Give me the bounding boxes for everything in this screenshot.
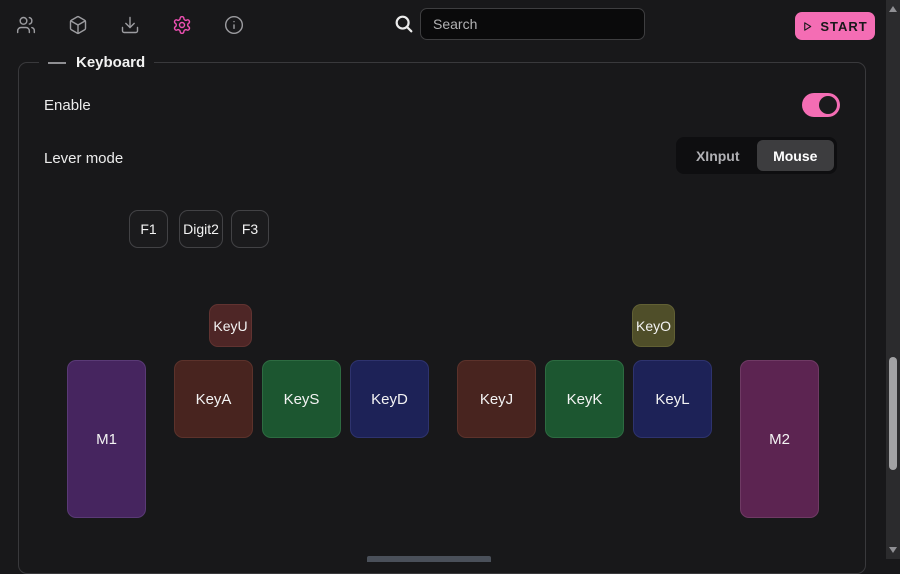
play-icon	[802, 21, 813, 32]
users-nav-button[interactable]	[16, 15, 36, 35]
key-button-f3[interactable]: F3	[231, 210, 269, 248]
key-button-digit2[interactable]: Digit2	[179, 210, 223, 248]
key-button-m1[interactable]: M1	[67, 360, 146, 518]
key-button-m2[interactable]: M2	[740, 360, 819, 518]
package-icon	[68, 15, 88, 35]
key-button-keyl[interactable]: KeyL	[633, 360, 712, 438]
lever-mode-switch: XInput Mouse	[676, 137, 837, 174]
section-dash-icon	[48, 62, 66, 64]
scrollbar-thumb[interactable]	[889, 357, 897, 470]
download-icon	[120, 15, 140, 35]
key-button-f1[interactable]: F1	[129, 210, 168, 248]
info-nav-button[interactable]	[224, 15, 244, 35]
settings-gear-icon	[172, 15, 192, 35]
key-button-keyk[interactable]: KeyK	[545, 360, 624, 438]
triangle-up-icon	[889, 6, 897, 12]
toggle-knob	[819, 96, 837, 114]
search-icon	[393, 13, 415, 35]
nav-icon-group	[16, 0, 244, 50]
enable-toggle[interactable]	[802, 93, 840, 117]
section-title: Keyboard	[76, 54, 145, 71]
start-button-label: START	[820, 19, 867, 34]
key-button-keyd[interactable]: KeyD	[350, 360, 429, 438]
users-icon	[16, 15, 36, 35]
package-nav-button[interactable]	[68, 15, 88, 35]
scroll-down-arrow[interactable]	[886, 543, 900, 557]
key-button-keyj[interactable]: KeyJ	[457, 360, 536, 438]
key-button-keya[interactable]: KeyA	[174, 360, 253, 438]
start-button[interactable]: START	[795, 12, 875, 40]
partially-visible-element[interactable]	[367, 556, 491, 562]
download-nav-button[interactable]	[120, 15, 140, 35]
key-button-keys[interactable]: KeyS	[262, 360, 341, 438]
search-input[interactable]	[420, 8, 645, 40]
keyboard-section-header: Keyboard	[39, 54, 154, 71]
enable-label: Enable	[44, 97, 91, 114]
triangle-down-icon	[889, 547, 897, 553]
key-button-keyu[interactable]: KeyU	[209, 304, 252, 347]
scroll-up-arrow[interactable]	[886, 2, 900, 16]
settings-nav-button[interactable]	[172, 15, 192, 35]
lever-mode-option-xinput[interactable]: XInput	[679, 140, 757, 171]
key-button-keyo[interactable]: KeyO	[632, 304, 675, 347]
lever-mode-label: Lever mode	[44, 150, 123, 167]
top-bar: START	[0, 0, 886, 50]
info-icon	[224, 15, 244, 35]
lever-mode-option-mouse[interactable]: Mouse	[757, 140, 835, 171]
vertical-scrollbar[interactable]	[886, 0, 900, 559]
